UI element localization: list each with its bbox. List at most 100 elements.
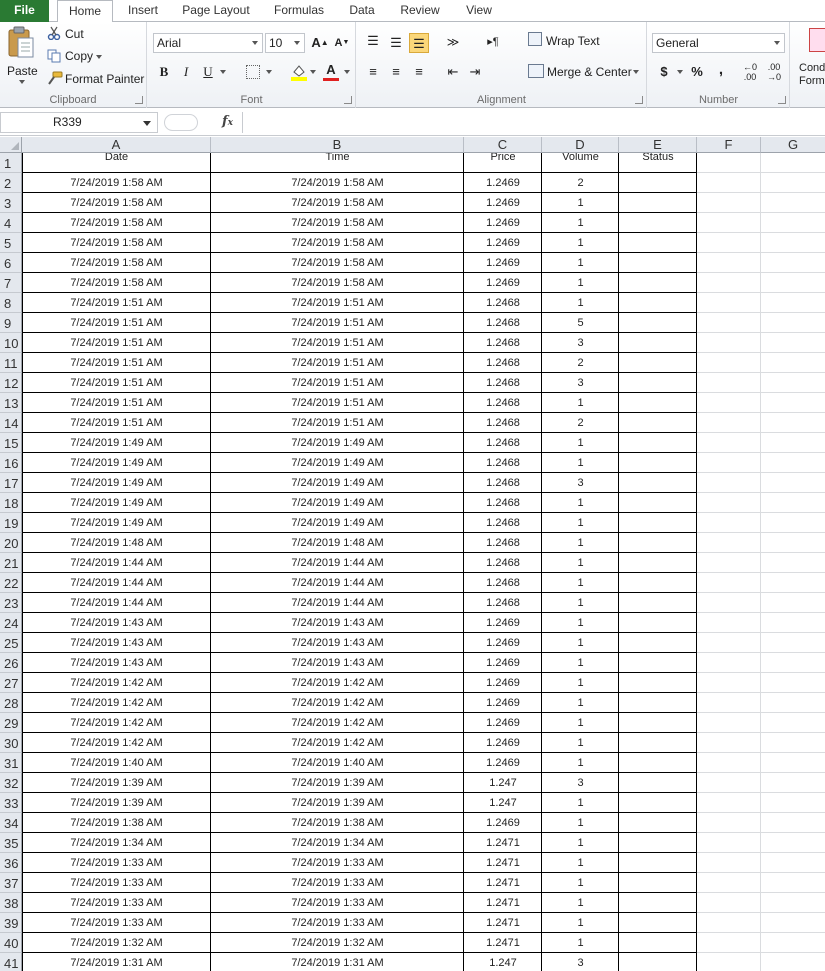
table-cell[interactable]: 7/24/2019 1:31 AM xyxy=(22,953,211,971)
table-cell[interactable]: 3 xyxy=(542,373,619,393)
table-cell[interactable] xyxy=(619,933,697,953)
table-cell[interactable]: 1 xyxy=(542,493,619,513)
table-cell[interactable]: 7/24/2019 1:42 AM xyxy=(22,733,211,753)
row-header[interactable]: 41 xyxy=(0,953,22,971)
table-cell[interactable]: 7/24/2019 1:51 AM xyxy=(22,333,211,353)
table-cell[interactable]: 1.2468 xyxy=(464,413,542,433)
orientation-icon[interactable]: ≫ xyxy=(443,32,463,52)
table-cell[interactable]: 7/24/2019 1:32 AM xyxy=(211,933,464,953)
table-cell[interactable]: 1.2469 xyxy=(464,233,542,253)
font-name-select[interactable]: Arial xyxy=(153,33,263,53)
table-cell[interactable]: 7/24/2019 1:43 AM xyxy=(211,653,464,673)
table-cell[interactable]: 3 xyxy=(542,773,619,793)
italic-icon[interactable]: I xyxy=(176,62,196,82)
table-cell[interactable] xyxy=(619,633,697,653)
row-header[interactable]: 26 xyxy=(0,653,22,673)
table-cell[interactable]: 7/24/2019 1:51 AM xyxy=(22,293,211,313)
table-cell[interactable]: 7/24/2019 1:39 AM xyxy=(22,773,211,793)
table-cell[interactable]: 1.2469 xyxy=(464,693,542,713)
table-cell[interactable] xyxy=(619,773,697,793)
table-cell[interactable]: 1.2471 xyxy=(464,933,542,953)
table-cell[interactable]: 7/24/2019 1:38 AM xyxy=(211,813,464,833)
table-cell[interactable]: 3 xyxy=(542,953,619,971)
table-cell[interactable]: 7/24/2019 1:58 AM xyxy=(22,273,211,293)
row-header[interactable]: 24 xyxy=(0,613,22,633)
table-cell[interactable]: 7/24/2019 1:49 AM xyxy=(211,513,464,533)
table-cell[interactable]: 7/24/2019 1:51 AM xyxy=(22,373,211,393)
row-header[interactable]: 25 xyxy=(0,633,22,653)
table-cell[interactable]: 7/24/2019 1:49 AM xyxy=(22,493,211,513)
row-header[interactable]: 37 xyxy=(0,873,22,893)
table-cell[interactable]: 1 xyxy=(542,393,619,413)
table-cell[interactable] xyxy=(619,673,697,693)
formula-input[interactable] xyxy=(242,112,825,133)
table-cell[interactable] xyxy=(619,313,697,333)
table-cell[interactable]: 7/24/2019 1:58 AM xyxy=(211,193,464,213)
table-cell[interactable]: 7/24/2019 1:58 AM xyxy=(211,273,464,293)
clipboard-launcher-icon[interactable] xyxy=(135,96,143,104)
table-cell[interactable]: 2 xyxy=(542,353,619,373)
table-cell[interactable]: 7/24/2019 1:33 AM xyxy=(22,893,211,913)
table-cell[interactable]: 7/24/2019 1:42 AM xyxy=(22,673,211,693)
cut-button[interactable]: Cut xyxy=(65,27,84,41)
table-cell[interactable]: 7/24/2019 1:51 AM xyxy=(211,293,464,313)
formula-bar-resize-handle[interactable] xyxy=(164,114,198,131)
table-cell[interactable]: 1.2469 xyxy=(464,633,542,653)
column-header-b[interactable]: B xyxy=(211,137,464,153)
row-header[interactable]: 8 xyxy=(0,293,22,313)
table-cell[interactable]: 5 xyxy=(542,313,619,333)
table-cell[interactable]: 1.247 xyxy=(464,953,542,971)
table-cell[interactable] xyxy=(619,253,697,273)
header-cell[interactable]: Status xyxy=(619,153,697,173)
font-size-select[interactable]: 10 xyxy=(265,33,305,53)
table-cell[interactable]: 7/24/2019 1:49 AM xyxy=(211,473,464,493)
column-header-c[interactable]: C xyxy=(464,137,542,153)
row-header[interactable]: 9 xyxy=(0,313,22,333)
table-cell[interactable]: 1 xyxy=(542,273,619,293)
table-cell[interactable]: 1.2471 xyxy=(464,853,542,873)
table-cell[interactable]: 1.2468 xyxy=(464,493,542,513)
table-cell[interactable]: 1.2471 xyxy=(464,913,542,933)
table-cell[interactable]: 7/24/2019 1:33 AM xyxy=(211,893,464,913)
font-launcher-icon[interactable] xyxy=(344,96,352,104)
row-header[interactable]: 1 xyxy=(0,153,22,173)
table-cell[interactable]: 7/24/2019 1:33 AM xyxy=(22,853,211,873)
table-cell[interactable]: 1.2468 xyxy=(464,373,542,393)
row-header[interactable]: 33 xyxy=(0,793,22,813)
table-cell[interactable]: 1 xyxy=(542,753,619,773)
table-cell[interactable]: 7/24/2019 1:49 AM xyxy=(211,433,464,453)
row-header[interactable]: 16 xyxy=(0,453,22,473)
table-cell[interactable]: 7/24/2019 1:58 AM xyxy=(211,233,464,253)
number-format-select[interactable]: General xyxy=(652,33,785,53)
table-cell[interactable]: 7/24/2019 1:51 AM xyxy=(211,353,464,373)
underline-dropdown-icon[interactable] xyxy=(220,70,226,74)
header-cell[interactable]: Volume xyxy=(542,153,619,173)
table-cell[interactable]: 1 xyxy=(542,593,619,613)
table-cell[interactable]: 1 xyxy=(542,253,619,273)
table-cell[interactable]: 1.2469 xyxy=(464,653,542,673)
table-cell[interactable]: 1 xyxy=(542,293,619,313)
select-all-corner[interactable] xyxy=(0,137,22,153)
shrink-font-icon[interactable]: A▼ xyxy=(332,33,352,53)
row-header[interactable]: 15 xyxy=(0,433,22,453)
insert-function-icon[interactable]: fx xyxy=(222,114,233,129)
row-header[interactable]: 3 xyxy=(0,193,22,213)
font-color-dropdown-icon[interactable] xyxy=(344,70,350,74)
table-cell[interactable]: 7/24/2019 1:44 AM xyxy=(22,573,211,593)
column-header-a[interactable]: A xyxy=(22,137,211,153)
row-header[interactable]: 19 xyxy=(0,513,22,533)
row-header[interactable]: 5 xyxy=(0,233,22,253)
table-cell[interactable]: 1.2469 xyxy=(464,673,542,693)
table-cell[interactable]: 1.2469 xyxy=(464,613,542,633)
name-box[interactable]: R339 xyxy=(0,112,158,133)
table-cell[interactable]: 7/24/2019 1:39 AM xyxy=(211,793,464,813)
table-cell[interactable]: 1 xyxy=(542,913,619,933)
table-cell[interactable]: 7/24/2019 1:51 AM xyxy=(211,313,464,333)
row-header[interactable]: 13 xyxy=(0,393,22,413)
table-cell[interactable]: 7/24/2019 1:49 AM xyxy=(211,493,464,513)
table-cell[interactable]: 1 xyxy=(542,873,619,893)
tab-view[interactable]: View xyxy=(462,0,496,22)
row-header[interactable]: 2 xyxy=(0,173,22,193)
table-cell[interactable]: 1 xyxy=(542,853,619,873)
table-cell[interactable] xyxy=(619,893,697,913)
